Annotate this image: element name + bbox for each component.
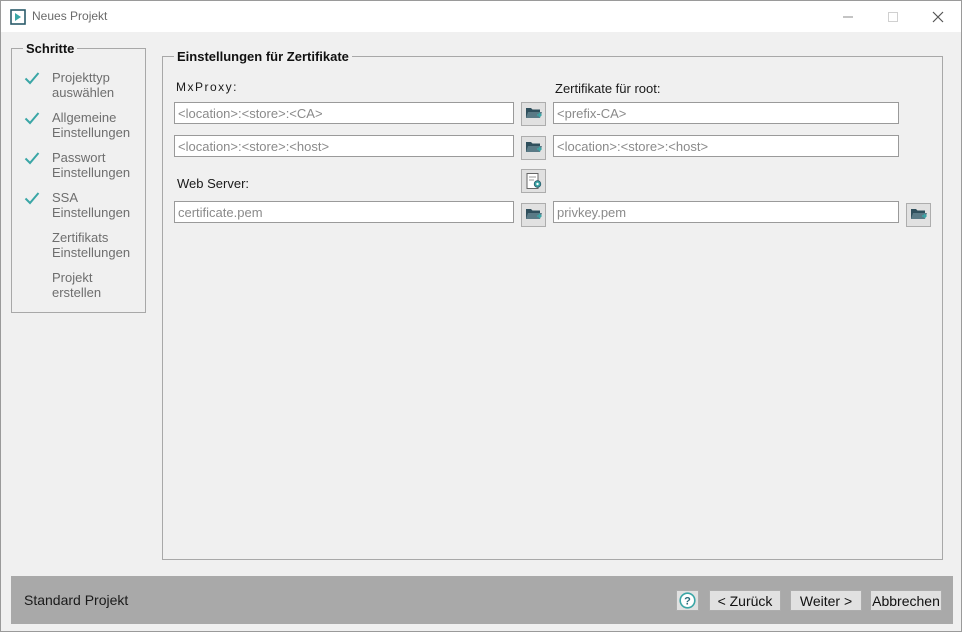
- window-title: Neues Projekt: [32, 9, 108, 23]
- webserver-label: Web Server:: [177, 176, 250, 191]
- maximize-button[interactable]: [870, 1, 916, 32]
- webserver-privkey-browse-button[interactable]: [906, 203, 931, 227]
- footer-bar: Standard Projekt ? < Zurück Weiter > Abb…: [11, 576, 953, 624]
- mxproxy-host-input[interactable]: [174, 135, 514, 157]
- close-button[interactable]: [915, 1, 961, 32]
- project-type-label: Standard Projekt: [24, 592, 129, 608]
- folder-open-icon: [525, 105, 543, 123]
- maximize-icon: [888, 11, 898, 22]
- folder-open-icon: [525, 206, 543, 224]
- webserver-certificate-browse-button[interactable]: [521, 203, 546, 227]
- checkmark-icon: [24, 71, 40, 85]
- checkmark-icon: [24, 151, 40, 165]
- root-host-input[interactable]: [553, 135, 899, 157]
- help-button[interactable]: ?: [676, 590, 699, 611]
- title-bar: Neues Projekt: [1, 1, 961, 32]
- root-certificates-label: Zertifikate für root:: [555, 81, 661, 96]
- root-ca-input[interactable]: [553, 102, 899, 124]
- mxproxy-ca-browse-button[interactable]: [521, 102, 546, 126]
- certificate-icon: [526, 173, 541, 189]
- certificate-settings-panel: Einstellungen für Zertifikate: [162, 49, 943, 560]
- step-item-label: Allgemeine Einstellungen: [52, 110, 131, 140]
- next-button[interactable]: Weiter >: [790, 590, 862, 611]
- svg-text:?: ?: [684, 596, 691, 608]
- back-button[interactable]: < Zurück: [709, 590, 781, 611]
- webserver-certificate-input[interactable]: [174, 201, 514, 223]
- mxproxy-host-browse-button[interactable]: [521, 136, 546, 160]
- mxproxy-label: MxProxy:: [176, 80, 239, 94]
- checkmark-icon: [24, 191, 40, 205]
- generate-certificate-button[interactable]: [521, 169, 546, 193]
- certificate-settings-legend: Einstellungen für Zertifikate: [177, 49, 349, 64]
- step-item-label: Zertifikats Einstellungen: [52, 230, 131, 260]
- close-icon: [932, 11, 944, 22]
- folder-open-icon: [910, 206, 928, 224]
- step-item-label: SSA Einstellungen: [52, 190, 131, 220]
- minimize-icon: [843, 16, 853, 17]
- steps-list: Projekttyp auswählen Allgemeine Einstellu…: [11, 41, 146, 313]
- minimize-button[interactable]: [825, 1, 871, 32]
- cancel-button[interactable]: Abbrechen: [870, 590, 942, 611]
- dialog-window: Neues Projekt Schritte Projekttyp auswäh…: [0, 0, 962, 632]
- step-item-label: Passwort Einstellungen: [52, 150, 131, 180]
- checkmark-icon: [24, 111, 40, 125]
- mxproxy-ca-input[interactable]: [174, 102, 514, 124]
- help-icon: ?: [679, 592, 696, 609]
- app-icon: [10, 9, 26, 25]
- webserver-privkey-input[interactable]: [553, 201, 899, 223]
- folder-open-icon: [525, 139, 543, 157]
- step-item-label: Projekttyp auswählen: [52, 70, 115, 100]
- step-item-label: Projekt erstellen: [52, 270, 102, 300]
